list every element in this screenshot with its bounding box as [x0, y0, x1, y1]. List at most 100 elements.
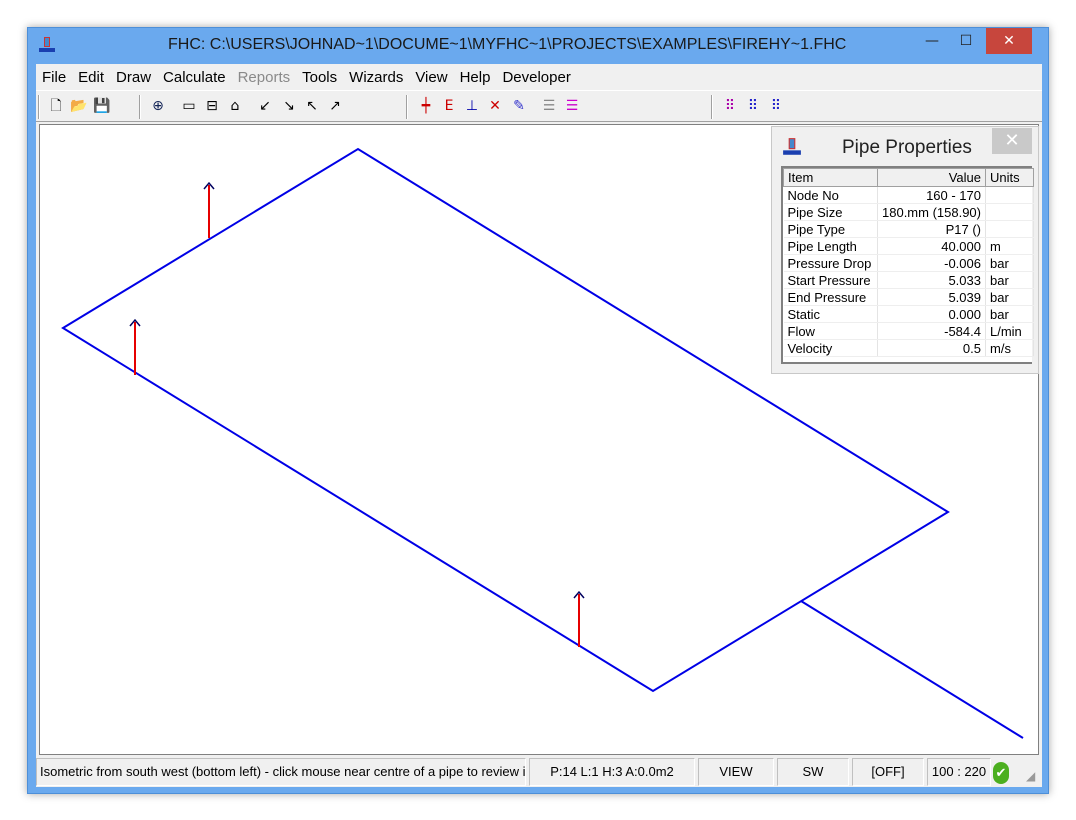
property-value: P17 ()	[877, 220, 986, 238]
menu-help[interactable]: Help	[454, 66, 497, 90]
add-node-icon[interactable]: ┿	[416, 96, 436, 116]
panel-close-button[interactable]: ✕	[992, 128, 1032, 154]
property-value: 0.5	[877, 339, 986, 357]
property-value: 5.039	[877, 288, 986, 306]
property-units: m	[985, 237, 1034, 255]
app-icon	[39, 37, 55, 52]
property-item: Node No	[783, 186, 878, 204]
house-icon[interactable]: ⌂	[225, 96, 245, 116]
window-title: FHC: C:\USERS\JOHNAD~1\DOCUME~1\MYFHC~1\…	[168, 36, 847, 53]
client-area: File Edit Draw Calculate Reports Tools W…	[36, 64, 1042, 787]
drawing-canvas[interactable]: Pipe Properties ✕ Item Value Units Node …	[39, 124, 1039, 755]
property-units: L/min	[985, 322, 1034, 340]
toolbar-separator	[406, 95, 408, 119]
property-value: 5.033	[877, 271, 986, 289]
property-item: Pressure Drop	[783, 254, 878, 272]
property-item: Velocity	[783, 339, 878, 357]
property-row[interactable]: Static 0.000 bar	[783, 305, 1034, 323]
property-row[interactable]: Start Pressure 5.033 bar	[783, 271, 1034, 289]
property-item: Flow	[783, 322, 878, 340]
menu-draw[interactable]: Draw	[110, 66, 157, 90]
property-row[interactable]: Pipe Type P17 ()	[783, 220, 1034, 238]
panel-title: Pipe Properties	[842, 137, 972, 158]
property-item: Pipe Type	[783, 220, 878, 238]
property-row[interactable]: Pipe Size 180.mm (158.90)	[783, 203, 1034, 221]
minimize-button[interactable]: —	[916, 28, 948, 54]
property-units	[985, 220, 1034, 238]
resize-grip-icon[interactable]: ◢	[1026, 769, 1035, 783]
property-item: Static	[783, 305, 878, 323]
status-direction: SW	[777, 758, 849, 786]
title-bar: FHC: C:\USERS\JOHNAD~1\DOCUME~1\MYFHC~1\…	[28, 28, 1048, 64]
property-value: 0.000	[877, 305, 986, 323]
property-row[interactable]: End Pressure 5.039 bar	[783, 288, 1034, 306]
menu-file[interactable]: File	[36, 66, 72, 90]
rectangle-icon[interactable]: ▭	[179, 96, 199, 116]
grid-dots-icon[interactable]: ⠿	[720, 96, 740, 116]
layers-icon[interactable]: ☰	[539, 96, 559, 116]
property-units	[985, 203, 1034, 221]
property-row[interactable]: Pipe Length 40.000 m	[783, 237, 1034, 255]
status-message: Isometric from south west (bottom left) …	[36, 758, 526, 786]
split-rectangle-icon[interactable]: ⊟	[202, 96, 222, 116]
checkmark-ok-icon: ✔	[993, 762, 1009, 784]
property-row[interactable]: Flow -584.4 L/min	[783, 322, 1034, 340]
add-tee-icon[interactable]: ⊥	[462, 96, 482, 116]
property-units: bar	[985, 288, 1034, 306]
grid-select-icon[interactable]: ⠿	[743, 96, 763, 116]
new-file-icon[interactable]: 🗋	[46, 96, 66, 116]
property-value: 180.mm (158.90)	[877, 203, 986, 221]
menu-tools[interactable]: Tools	[296, 66, 343, 90]
menu-reports: Reports	[237, 69, 291, 86]
pipe-branch[interactable]	[800, 600, 1024, 739]
menu-edit[interactable]: Edit	[72, 66, 110, 90]
edit-pen-icon[interactable]: ✎	[509, 96, 529, 116]
property-units: m/s	[985, 339, 1034, 357]
arrow-ne-icon[interactable]: ↗	[325, 96, 345, 116]
property-value: -584.4	[877, 322, 986, 340]
pipe-properties-panel: Pipe Properties ✕ Item Value Units Node …	[771, 126, 1039, 374]
column-header-value[interactable]: Value	[877, 168, 986, 187]
app-icon	[783, 138, 801, 155]
toolbar-separator	[38, 95, 40, 119]
zoom-icon[interactable]: ⊕	[148, 96, 168, 116]
save-icon[interactable]: 💾	[92, 96, 112, 116]
arrow-se-icon[interactable]: ↘	[279, 96, 299, 116]
list-icon[interactable]: ☰	[562, 96, 582, 116]
status-toggle: [OFF]	[852, 758, 924, 786]
property-units: bar	[985, 305, 1034, 323]
toolbar-separator	[711, 95, 713, 119]
toolbar-separator	[139, 95, 141, 119]
menu-bar: File Edit Draw Calculate Reports Tools W…	[36, 66, 577, 90]
property-row[interactable]: Node No 160 - 170	[783, 186, 1034, 204]
arrow-sw-icon[interactable]: ↙	[255, 96, 275, 116]
property-item: Pipe Length	[783, 237, 878, 255]
grid-outline-icon[interactable]: ⠿	[766, 96, 786, 116]
open-folder-icon[interactable]: 📂	[69, 96, 89, 116]
arrow-nw-icon[interactable]: ↖	[302, 96, 322, 116]
close-button[interactable]: ✕	[986, 28, 1032, 54]
property-value: 40.000	[877, 237, 986, 255]
property-item: End Pressure	[783, 288, 878, 306]
property-row[interactable]: Velocity 0.5 m/s	[783, 339, 1034, 357]
property-units: bar	[985, 254, 1034, 272]
property-row[interactable]: Pressure Drop -0.006 bar	[783, 254, 1034, 272]
maximize-button[interactable]: ☐	[950, 28, 982, 54]
add-e-node-icon[interactable]: E	[439, 96, 459, 116]
delete-node-icon[interactable]: ✕	[485, 96, 505, 116]
status-counts: P:14 L:1 H:3 A:0.0m2	[529, 758, 695, 786]
column-header-units[interactable]: Units	[985, 168, 1034, 187]
column-header-item[interactable]: Item	[783, 168, 878, 187]
menu-view[interactable]: View	[409, 66, 453, 90]
property-value: 160 - 170	[877, 186, 986, 204]
property-value: -0.006	[877, 254, 986, 272]
menu-wizards[interactable]: Wizards	[343, 66, 409, 90]
status-mode: VIEW	[698, 758, 774, 786]
status-scale: 100 : 220	[927, 758, 991, 786]
app-window: FHC: C:\USERS\JOHNAD~1\DOCUME~1\MYFHC~1\…	[27, 27, 1049, 794]
property-units: bar	[985, 271, 1034, 289]
toolbar: 🗋 📂 💾 ⊕ ▭ ⊟ ⌂ ↙ ↘ ↖ ↗ ┿ E ⊥ ✕ ✎ ☰ ☰ ⠿ ⠿ …	[36, 90, 1042, 122]
menu-calculate[interactable]: Calculate	[157, 66, 232, 90]
menu-developer[interactable]: Developer	[496, 66, 576, 90]
property-units	[985, 186, 1034, 204]
